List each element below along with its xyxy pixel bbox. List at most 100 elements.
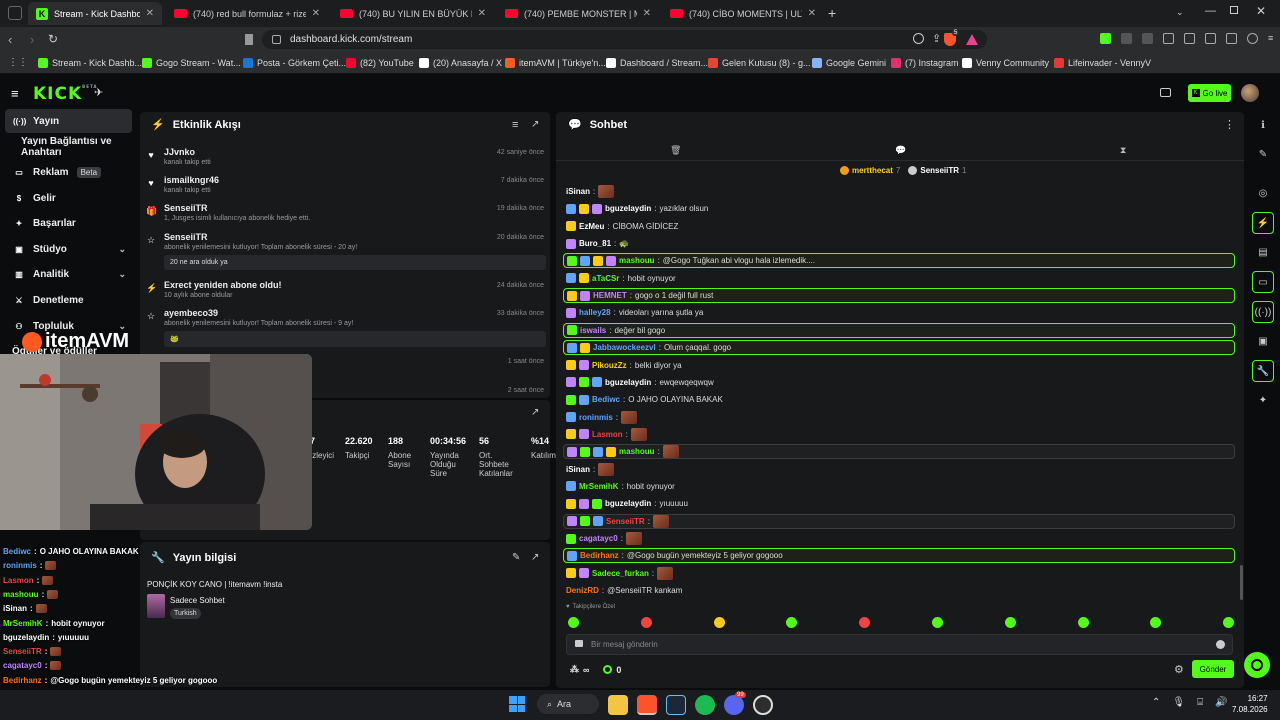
chat-message[interactable]: iswails: değer bil gogo — [563, 322, 1235, 338]
pin-icon[interactable]: ✈ — [94, 86, 103, 99]
browser-tab[interactable]: K Stream - Kick Dashboard ✕ — [28, 2, 162, 25]
hamburger-menu-icon[interactable]: ≡ — [11, 86, 19, 101]
apps-grid-icon[interactable]: ⋮⋮ — [8, 57, 28, 68]
tab-search-icon[interactable] — [8, 6, 22, 20]
close-window-button[interactable]: ✕ — [1256, 4, 1266, 18]
chat-message[interactable]: roninmis: — [563, 410, 1235, 425]
bookmark-item[interactable]: Google Gemini — [812, 55, 886, 71]
bookmark-item[interactable]: Lifeinvader - VennyV — [1054, 55, 1151, 71]
chevron-up-icon[interactable]: ⌃ — [1152, 697, 1160, 708]
chat-username[interactable]: Bediwc — [592, 395, 620, 404]
go-live-button[interactable]: K Go live — [1188, 84, 1231, 102]
reload-icon[interactable]: ↻ — [48, 32, 58, 46]
chat-username[interactable]: halley28 — [579, 308, 611, 317]
image-icon[interactable] — [1205, 33, 1216, 44]
chat-settings-icon[interactable]: ⚙ — [1174, 663, 1184, 676]
support-chat-button[interactable] — [1244, 652, 1270, 678]
chat-username[interactable]: mashouu — [619, 256, 655, 265]
hourglass-icon[interactable]: ⧗ — [1120, 145, 1126, 156]
close-tab-icon[interactable]: ✕ — [312, 8, 320, 19]
start-button[interactable] — [509, 696, 525, 712]
chat-message[interactable]: iSinan: — [563, 184, 1235, 199]
quick-emote-icon[interactable] — [1077, 617, 1089, 628]
kick-logo[interactable]: KICKBETA — [33, 84, 97, 104]
vpn-icon[interactable] — [1247, 33, 1258, 44]
chat-message[interactable]: PikouzZz: belki diyor ya — [563, 358, 1235, 373]
chat-username[interactable]: MrSemihK — [579, 482, 619, 491]
trash-icon[interactable]: 🗑 — [670, 145, 681, 156]
bookmark-item[interactable]: Venny Community — [962, 55, 1049, 71]
stream-info-popout-icon[interactable]: ↗ — [531, 552, 539, 563]
chat-username[interactable]: cagatayc0 — [579, 534, 618, 543]
sidebar-item[interactable]: ▭ Reklam Beta — [5, 160, 132, 184]
chat-username[interactable]: iswails — [580, 326, 606, 335]
user-avatar[interactable] — [1241, 84, 1259, 102]
sidebar-item[interactable]: Yayın Bağlantısı ve Anahtarı — [5, 135, 132, 159]
chat-options-icon[interactable]: ⋮ — [1224, 118, 1235, 131]
chat-message[interactable]: aTaCSr: hobit oynuyor — [563, 271, 1235, 286]
maximize-button[interactable] — [1230, 6, 1238, 14]
category-thumbnail[interactable] — [147, 594, 165, 618]
quick-emote-icon[interactable] — [713, 617, 725, 628]
bookmark-item[interactable]: itemAVM | Türkiye'n... — [505, 55, 606, 71]
bookmark-icon[interactable] — [245, 34, 253, 45]
quick-emote-icon[interactable] — [932, 617, 943, 628]
close-tab-icon[interactable]: ✕ — [146, 8, 154, 19]
chat-username[interactable]: bguzelaydin — [605, 378, 651, 387]
chat-username[interactable]: iSinan — [566, 187, 590, 196]
extension-icon[interactable] — [1121, 33, 1132, 44]
site-info-icon[interactable] — [272, 35, 281, 44]
back-icon[interactable]: ‹ — [8, 32, 12, 47]
chat-username[interactable]: Bedirhanz — [580, 551, 619, 560]
sidebar-item[interactable]: ▣ Stüdyo ⌄ — [5, 237, 132, 261]
chat-username[interactable]: Jabbawockeezvl — [593, 343, 656, 352]
close-tab-icon[interactable]: ✕ — [808, 8, 816, 19]
emoji-icon[interactable] — [1216, 640, 1225, 649]
steam-icon[interactable] — [666, 695, 686, 715]
browser-tab[interactable]: (740) BU YILIN EN BÜYÜK DRAMASI ✕ — [332, 2, 494, 25]
chat-username[interactable]: iSinan — [566, 465, 590, 474]
zoom-search-icon[interactable] — [913, 33, 924, 44]
chat-message[interactable]: bguzelaydin: yazıklar olsun — [563, 201, 1235, 216]
pencil-icon[interactable]: ✎ — [1252, 143, 1274, 165]
extension-icon[interactable] — [1142, 33, 1153, 44]
sidebar-item[interactable]: ✦ Başarılar — [5, 211, 132, 235]
chat-username[interactable]: HEMNET — [593, 291, 627, 300]
event-user[interactable]: SenseiiTR — [164, 232, 546, 242]
chat-message[interactable]: bguzelaydin: ewqewqeqwqw — [563, 375, 1235, 390]
sidebar-item[interactable]: ▥ Analitik ⌄ — [5, 262, 132, 286]
sidebar-item[interactable]: $ Gelir — [5, 186, 132, 210]
language-tag[interactable]: Turkish — [170, 608, 201, 619]
event-user[interactable]: JJvnko — [164, 147, 546, 157]
browser-tab[interactable]: (740) CİBO MOMENTS | ULTRA HIZLI ✕ — [662, 2, 824, 25]
chat-username[interactable]: roninmis — [579, 413, 613, 422]
broadcast-icon[interactable]: ((·)) — [1252, 301, 1274, 323]
event-user[interactable]: ismailkngr46 — [164, 175, 546, 185]
sidebar-item[interactable]: ((·)) Yayın — [5, 109, 132, 133]
chat-input[interactable] — [566, 634, 1233, 655]
info-icon[interactable]: ℹ — [1252, 114, 1274, 136]
target-icon[interactable]: ◎ — [1252, 182, 1274, 204]
pinned-user[interactable]: mertthecat 7 — [840, 166, 900, 175]
chat-message[interactable]: DenizRD: @SenseiiTR kankam — [563, 583, 1235, 598]
quick-emote-icon[interactable] — [1004, 617, 1016, 628]
chat-message[interactable]: Jabbawockeezvl: Olum çaqqal. gogo — [563, 340, 1235, 356]
stats-popout-icon[interactable]: ↗ — [531, 407, 539, 418]
kick-extension-icon[interactable] — [1100, 33, 1111, 44]
sidebar-item[interactable]: ⚔ Denetleme — [5, 288, 132, 312]
spotify-icon[interactable] — [695, 695, 715, 715]
discord-icon[interactable] — [724, 695, 744, 715]
minimize-button[interactable]: — — [1205, 5, 1216, 17]
quick-emote-icon[interactable] — [568, 617, 579, 628]
event-user[interactable]: ayembeco39 — [164, 308, 546, 318]
filter-icon[interactable]: ≡ — [512, 119, 518, 131]
chat-message[interactable]: Lasmon: — [563, 427, 1235, 442]
clipboard-icon[interactable]: ▤ — [1252, 241, 1274, 263]
browser-tab[interactable]: (740) red bull formulaz + rize vlog - ✕ — [166, 2, 328, 25]
network-icon[interactable]: ⌸ — [1197, 697, 1203, 708]
address-input[interactable]: dashboard.kick.com/stream — [262, 30, 987, 49]
chat-username[interactable]: PikouzZz — [592, 361, 627, 370]
chat-username[interactable]: Sadece_furkan — [592, 569, 649, 578]
share-icon[interactable]: ⇪ — [932, 32, 941, 45]
brave-rewards-icon[interactable] — [966, 34, 978, 45]
